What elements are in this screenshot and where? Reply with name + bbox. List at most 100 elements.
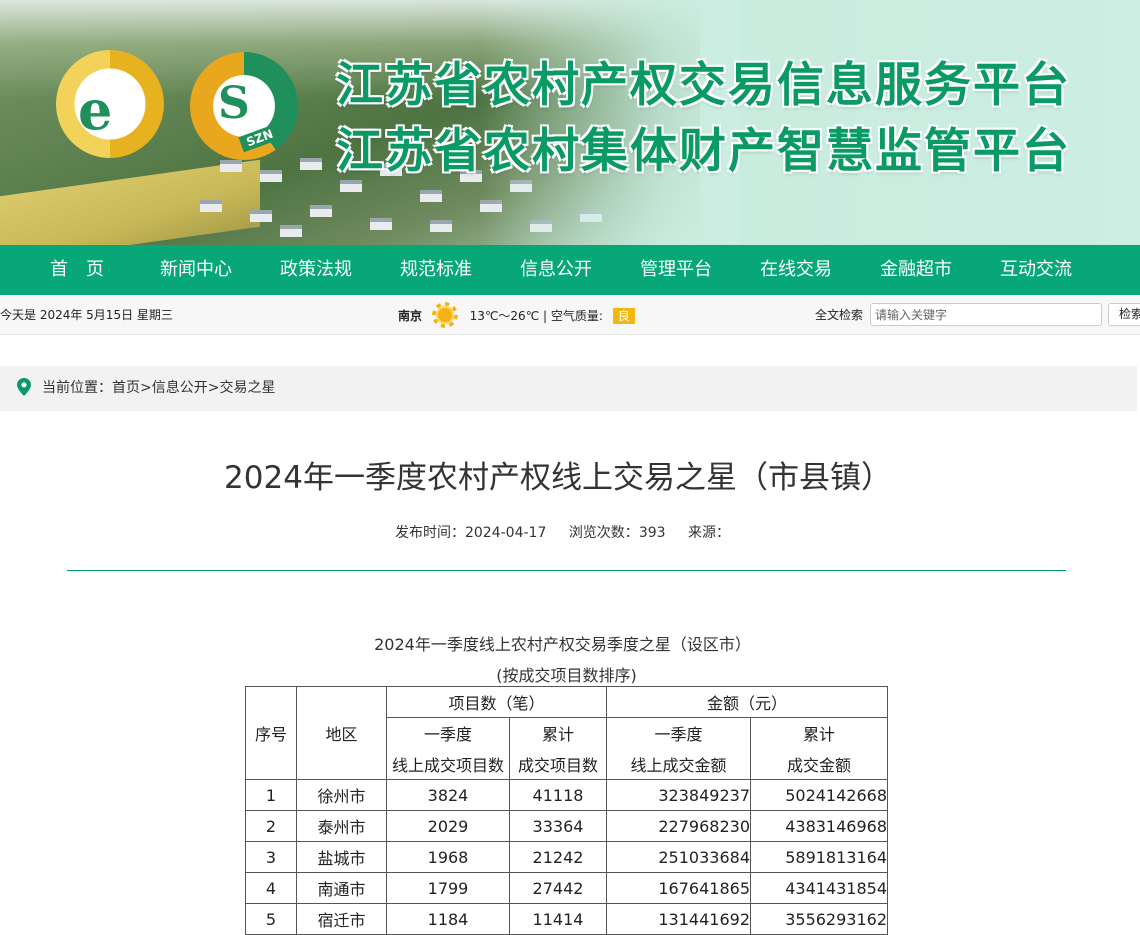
cell-q1-projects: 2029 [386, 810, 510, 842]
ranking-table: 序号 地区 项目数（笔） 金额（元） 一季度 累计 一季度 累计 线上成交项目数… [245, 686, 888, 935]
title-divider [67, 570, 1066, 571]
cell-rank: 2 [245, 810, 297, 842]
cell-q1-projects: 3824 [386, 779, 510, 811]
cell-region: 泰州市 [296, 810, 387, 842]
cell-cum-amount: 4341431854 [750, 872, 888, 904]
publish-info: 发布时间：2024-04-17 [395, 525, 546, 541]
breadcrumb-home[interactable]: 首页 [112, 380, 140, 396]
breadcrumb: 当前位置：首页>信息公开>交易之星 [0, 366, 1137, 411]
cell-cum-amount: 5024142668 [750, 779, 888, 811]
logo-left-emblem: e [56, 50, 164, 158]
nav-item-trading[interactable]: 在线交易 [741, 245, 851, 295]
cell-rank: 4 [245, 872, 297, 904]
logo-right-letter: S [218, 78, 250, 129]
header-banner: e S SZN 江苏省农村产权交易信息服务平台 江苏省农村集体财产智慧监管平台 [0, 0, 1140, 245]
views-count: 393 [638, 525, 666, 541]
breadcrumb-stars[interactable]: 交易之星 [219, 380, 275, 396]
cell-q1-projects: 1968 [386, 841, 510, 873]
site-title-line2: 江苏省农村集体财产智慧监管平台 [336, 124, 1071, 179]
views-label: 浏览次数： [568, 525, 639, 541]
publish-label: 发布时间： [394, 525, 465, 541]
search-label: 全文检索 [815, 308, 864, 322]
breadcrumb-disclosure[interactable]: 信息公开 [152, 380, 208, 396]
cell-q1-amount: 251033684 [606, 841, 751, 873]
cell-q1-amount: 167641865 [606, 872, 751, 904]
nav-item-interact[interactable]: 互动交流 [981, 245, 1091, 295]
nav-item-policy[interactable]: 政策法规 [261, 245, 371, 295]
nav-item-standards[interactable]: 规范标准 [381, 245, 491, 295]
cell-region: 南通市 [296, 872, 387, 904]
header-cum-amount-l1: 累计 [750, 717, 888, 749]
site-logo[interactable]: e S SZN [52, 48, 302, 168]
weather-city: 南京 [398, 309, 423, 323]
cell-region: 宿迁市 [296, 903, 387, 935]
cell-cum-projects: 41118 [509, 779, 607, 811]
air-quality-label: 空气质量: [550, 309, 603, 323]
cell-rank: 5 [245, 903, 297, 935]
weather-separator: | [543, 309, 548, 323]
sun-icon [432, 302, 458, 328]
cell-q1-projects: 1184 [386, 903, 510, 935]
cell-q1-projects: 1799 [386, 872, 510, 904]
cell-q1-amount: 131441692 [606, 903, 751, 935]
logo-left-letter: e [78, 78, 113, 142]
cell-cum-amount: 5891813164 [750, 841, 888, 873]
table-row: 3 盐城市 1968 21242 251033684 5891813164 [245, 841, 888, 873]
header-q1-projects-l2: 线上成交项目数 [386, 748, 510, 780]
table-header-row: 序号 地区 项目数（笔） 金额（元） [245, 686, 888, 780]
cell-cum-projects: 11414 [509, 903, 607, 935]
header-projects-group: 项目数（笔） [386, 686, 607, 718]
cell-region: 盐城市 [296, 841, 387, 873]
nav-item-finance[interactable]: 金融超市 [861, 245, 971, 295]
search-input[interactable] [870, 303, 1102, 326]
logo-right-emblem: S SZN [190, 52, 298, 160]
breadcrumb-separator: > [207, 380, 220, 396]
cell-q1-amount: 227968230 [606, 810, 751, 842]
info-bar: 今天是 2024年 5月15日 星期三 南京 13℃～26℃ | 空气质量: 良… [0, 295, 1140, 335]
header-region: 地区 [296, 686, 387, 780]
header-amount-group: 金额（元） [606, 686, 888, 718]
breadcrumb-prefix: 当前位置： [42, 380, 112, 396]
publish-date: 2024-04-17 [464, 525, 547, 541]
header-cum-projects-l1: 累计 [509, 717, 607, 749]
cell-cum-amount: 3556293162 [750, 903, 888, 935]
weather-temperature: 13℃～26℃ [469, 309, 540, 323]
table-row: 2 泰州市 2029 33364 227968230 4383146968 [245, 810, 888, 842]
article-meta: 发布时间：2024-04-17 浏览次数：393 来源： [0, 522, 1125, 542]
site-title-line1: 江苏省农村产权交易信息服务平台 [336, 58, 1071, 113]
cell-region: 徐州市 [296, 779, 387, 811]
cell-rank: 1 [245, 779, 297, 811]
search-button[interactable]: 检索 [1108, 303, 1140, 326]
source-label: 来源： [688, 525, 730, 541]
cell-rank: 3 [245, 841, 297, 873]
header-rank: 序号 [245, 686, 297, 780]
nav-item-disclosure[interactable]: 信息公开 [501, 245, 611, 295]
cell-cum-projects: 27442 [509, 872, 607, 904]
table-title: 2024年一季度线上农村产权交易季度之星（设区市） [374, 635, 751, 654]
table-row: 5 宿迁市 1184 11414 131441692 3556293162 [245, 903, 888, 935]
nav-item-management[interactable]: 管理平台 [621, 245, 731, 295]
header-cum-amount-l2: 成交金额 [750, 748, 888, 780]
article-title: 2024年一季度农村产权线上交易之星（市县镇） [224, 460, 892, 496]
cell-cum-amount: 4383146968 [750, 810, 888, 842]
air-quality-badge: 良 [612, 308, 635, 324]
cell-cum-projects: 33364 [509, 810, 607, 842]
header-q1-amount-l2: 线上成交金额 [606, 748, 751, 780]
nav-item-home[interactable]: 首 页 [22, 245, 132, 295]
location-pin-icon [17, 378, 31, 396]
table-row: 4 南通市 1799 27442 167641865 4341431854 [245, 872, 888, 904]
header-q1-projects-l1: 一季度 [386, 717, 510, 749]
today-date: 今天是 2024年 5月15日 星期三 [0, 308, 173, 322]
main-nav: 首 页 新闻中心 政策法规 规范标准 信息公开 管理平台 在线交易 金融超市 互… [0, 245, 1140, 295]
table-row: 1 徐州市 3824 41118 323849237 5024142668 [245, 779, 888, 811]
breadcrumb-text: 当前位置：首页>信息公开>交易之星 [42, 366, 275, 411]
cell-cum-projects: 21242 [509, 841, 607, 873]
cell-q1-amount: 323849237 [606, 779, 751, 811]
weather-widget: 南京 13℃～26℃ | 空气质量: 良 [398, 295, 635, 337]
table-subtitle: (按成交项目数排序) [496, 666, 637, 685]
breadcrumb-separator: > [140, 380, 152, 396]
header-q1-amount-l1: 一季度 [606, 717, 751, 749]
views-info: 浏览次数：393 [569, 525, 666, 541]
nav-item-news[interactable]: 新闻中心 [141, 245, 251, 295]
header-cum-projects-l2: 成交项目数 [509, 748, 607, 780]
